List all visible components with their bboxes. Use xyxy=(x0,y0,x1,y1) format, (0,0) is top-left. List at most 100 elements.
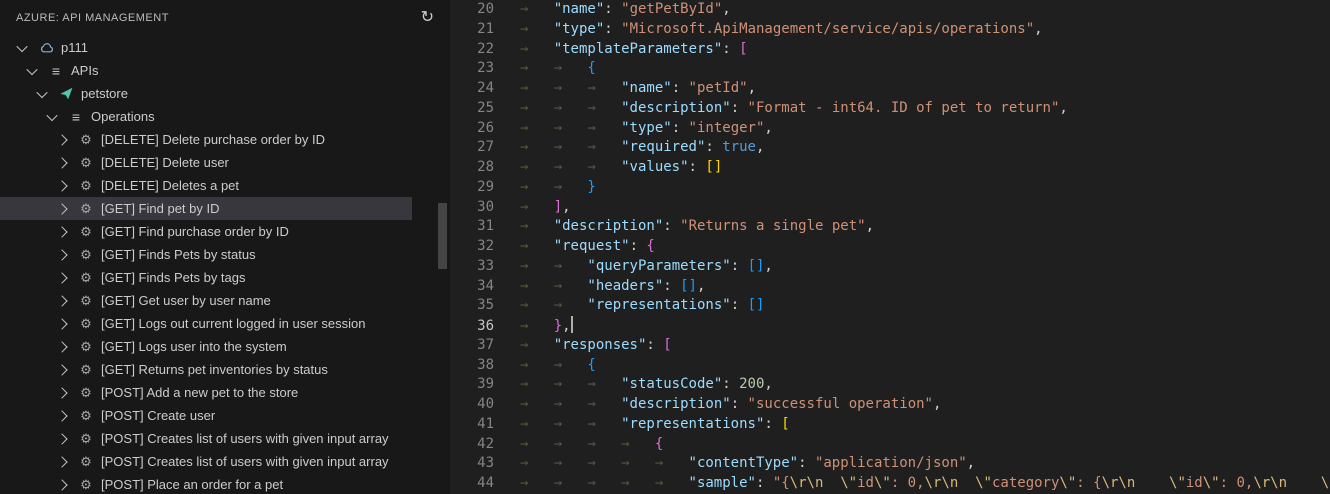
tree-item-label: [POST] Creates list of users with given … xyxy=(101,431,389,446)
code-area[interactable]: 20 → "name": "getPetById", 21 → "type": "Micr… xyxy=(450,0,1330,494)
code-line[interactable]: 22 → "templateParameters": [ xyxy=(450,40,1330,60)
chevron-right-icon[interactable] xyxy=(56,133,68,146)
tree-item-label: [GET] Logs out current logged in user se… xyxy=(101,316,366,331)
chevron-right-icon[interactable] xyxy=(56,386,68,399)
tree-item[interactable]: ≡ APIs xyxy=(0,59,412,82)
code-line[interactable]: 34 → → "headers": [], xyxy=(450,277,1330,297)
code-line[interactable]: 21 → "type": "Microsoft.ApiManagement/serv… xyxy=(450,20,1330,40)
tree-item[interactable]: ⚙ [POST] Creates list of users with given… xyxy=(0,450,412,473)
code-text: → → → "values": [] xyxy=(520,159,722,175)
tree-item[interactable]: ⚙ [POST] Add a new pet to the store xyxy=(0,381,412,404)
tree-item[interactable]: p111 xyxy=(0,36,412,59)
code-line[interactable]: 27 → → → "required": true, xyxy=(450,138,1330,158)
chevron-right-icon[interactable] xyxy=(56,271,68,284)
code-line[interactable]: 23 → → { xyxy=(450,59,1330,79)
code-token: ] xyxy=(553,198,563,215)
code-line[interactable]: 25 → → → "description": "Format - int64. ID … xyxy=(450,99,1330,119)
gear-icon: ⚙ xyxy=(80,361,92,377)
chevron-down-icon[interactable] xyxy=(16,40,28,52)
code-token: : 0, xyxy=(1219,475,1254,491)
chevron-right-icon[interactable] xyxy=(56,317,68,330)
chevron-right-icon[interactable] xyxy=(56,363,68,376)
tree-item[interactable]: ⚙ [DELETE] Delete user xyxy=(0,151,412,174)
code-line[interactable]: 40 → → → "description": "successful operatio… xyxy=(450,395,1330,415)
tab-whitespace-icon: → xyxy=(553,60,563,77)
code-line[interactable]: 33 → → "queryParameters": [], xyxy=(450,257,1330,277)
code-token: [] xyxy=(747,297,765,314)
chevron-down-icon[interactable] xyxy=(36,86,48,98)
code-line[interactable]: 35 → → "representations": [] xyxy=(450,296,1330,316)
tab-whitespace-icon: → xyxy=(621,475,630,491)
tree-item-label: [POST] Add a new pet to the store xyxy=(101,385,299,400)
code-line[interactable]: 24 → → → "name": "petId", xyxy=(450,79,1330,99)
tree-item-label: [GET] Logs user into the system xyxy=(101,339,287,354)
tree-item[interactable]: ⚙ [POST] Create user xyxy=(0,404,412,427)
tree-item[interactable]: ⚙ [DELETE] Delete purchase order by ID xyxy=(0,128,412,151)
code-line[interactable]: 44 → → → → → "sample": "{\r\n \"id\": 0,\r\n \… xyxy=(450,474,1330,494)
code-token: : xyxy=(755,475,773,491)
chevron-right-icon[interactable] xyxy=(56,340,68,353)
chevron-right-icon[interactable] xyxy=(56,202,68,215)
code-line[interactable]: 42 → → → → { xyxy=(450,435,1330,455)
code-line[interactable]: 43 → → → → → "contentType": "application/json"… xyxy=(450,454,1330,474)
code-token: : xyxy=(604,1,622,17)
tree-item[interactable]: ⚙ [POST] Place an order for a pet xyxy=(0,473,412,494)
code-line[interactable]: 28 → → → "values": [] xyxy=(450,158,1330,178)
chevron-down-icon[interactable] xyxy=(26,63,38,75)
tree-item[interactable]: ⚙ [GET] Find purchase order by ID xyxy=(0,220,412,243)
tree-item[interactable]: ⚙ [GET] Find pet by ID xyxy=(0,197,412,220)
chevron-right-icon[interactable] xyxy=(56,478,68,491)
tab-whitespace-icon: → xyxy=(520,139,529,156)
code-line[interactable]: 37 → "responses": [ xyxy=(450,336,1330,356)
code-line[interactable]: 29 → →} xyxy=(450,178,1330,198)
tree-item[interactable]: ⚙ [GET] Finds Pets by status xyxy=(0,243,412,266)
tree-item[interactable]: ⚙ [GET] Logs user into the system xyxy=(0,335,412,358)
chevron-right-icon[interactable] xyxy=(56,179,68,192)
code-text: →}, xyxy=(520,316,573,334)
tab-whitespace-icon: → xyxy=(587,139,596,156)
chevron-right-icon[interactable] xyxy=(56,432,68,445)
tree-item[interactable]: ⚙ [GET] Finds Pets by tags xyxy=(0,266,412,289)
refresh-icon[interactable]: ↻ xyxy=(421,10,434,26)
gear-icon: ⚙ xyxy=(80,384,92,400)
code-token: "name" xyxy=(621,80,672,96)
tab-whitespace-icon: → xyxy=(520,257,529,274)
code-line[interactable]: 38 → → { xyxy=(450,356,1330,376)
code-line[interactable]: 41 → → → "representations": [ xyxy=(450,415,1330,435)
tree-item[interactable]: ⚙ [GET] Logs out current logged in user s… xyxy=(0,312,412,335)
code-line[interactable]: 39 → → → "statusCode": 200, xyxy=(450,375,1330,395)
tree-item[interactable]: ⚙ [POST] Creates list of users with given… xyxy=(0,427,412,450)
tree-item[interactable]: ⚙ [GET] Returns pet inventories by status xyxy=(0,358,412,381)
code-token: "sample" xyxy=(688,475,756,491)
code-line[interactable]: 36 →}, xyxy=(450,316,1330,336)
chevron-down-icon[interactable] xyxy=(46,109,58,121)
chevron-right-icon[interactable] xyxy=(56,248,68,261)
tree-item[interactable]: ⚙ [GET] Get user by user name xyxy=(0,289,412,312)
tab-whitespace-icon: → xyxy=(520,238,529,254)
code-line[interactable]: 20 → "name": "getPetById", xyxy=(450,0,1330,20)
tree-item[interactable]: petstore xyxy=(0,82,412,105)
code-line[interactable]: 30 →], xyxy=(450,198,1330,218)
line-number: 22 xyxy=(477,40,494,57)
chevron-right-icon[interactable] xyxy=(56,455,68,468)
code-token: : xyxy=(730,99,748,116)
tab-whitespace-icon: → xyxy=(654,455,664,472)
chevron-right-icon[interactable] xyxy=(56,156,68,169)
code-line[interactable]: 31 → "description": "Returns a single pet"… xyxy=(450,217,1330,237)
code-line[interactable]: 32 → "request": { xyxy=(450,237,1330,257)
tree-item[interactable]: ≡ Operations xyxy=(0,105,412,128)
code-token: : xyxy=(730,257,748,274)
chevron-right-icon[interactable] xyxy=(56,409,68,422)
line-number: 33 xyxy=(477,257,494,274)
line-number: 24 xyxy=(477,80,494,96)
code-token: \r\n xyxy=(1253,475,1288,491)
chevron-right-icon[interactable] xyxy=(56,225,68,238)
chevron-right-icon[interactable] xyxy=(56,294,68,307)
code-line[interactable]: 26 → → → "type": "integer", xyxy=(450,119,1330,139)
code-token: "type" xyxy=(553,20,605,37)
tree-item[interactable]: ⚙ [DELETE] Deletes a pet xyxy=(0,174,412,197)
tab-whitespace-icon: → xyxy=(520,198,529,215)
code-token: , xyxy=(764,119,773,136)
sidebar-scrollbar[interactable] xyxy=(438,203,447,269)
